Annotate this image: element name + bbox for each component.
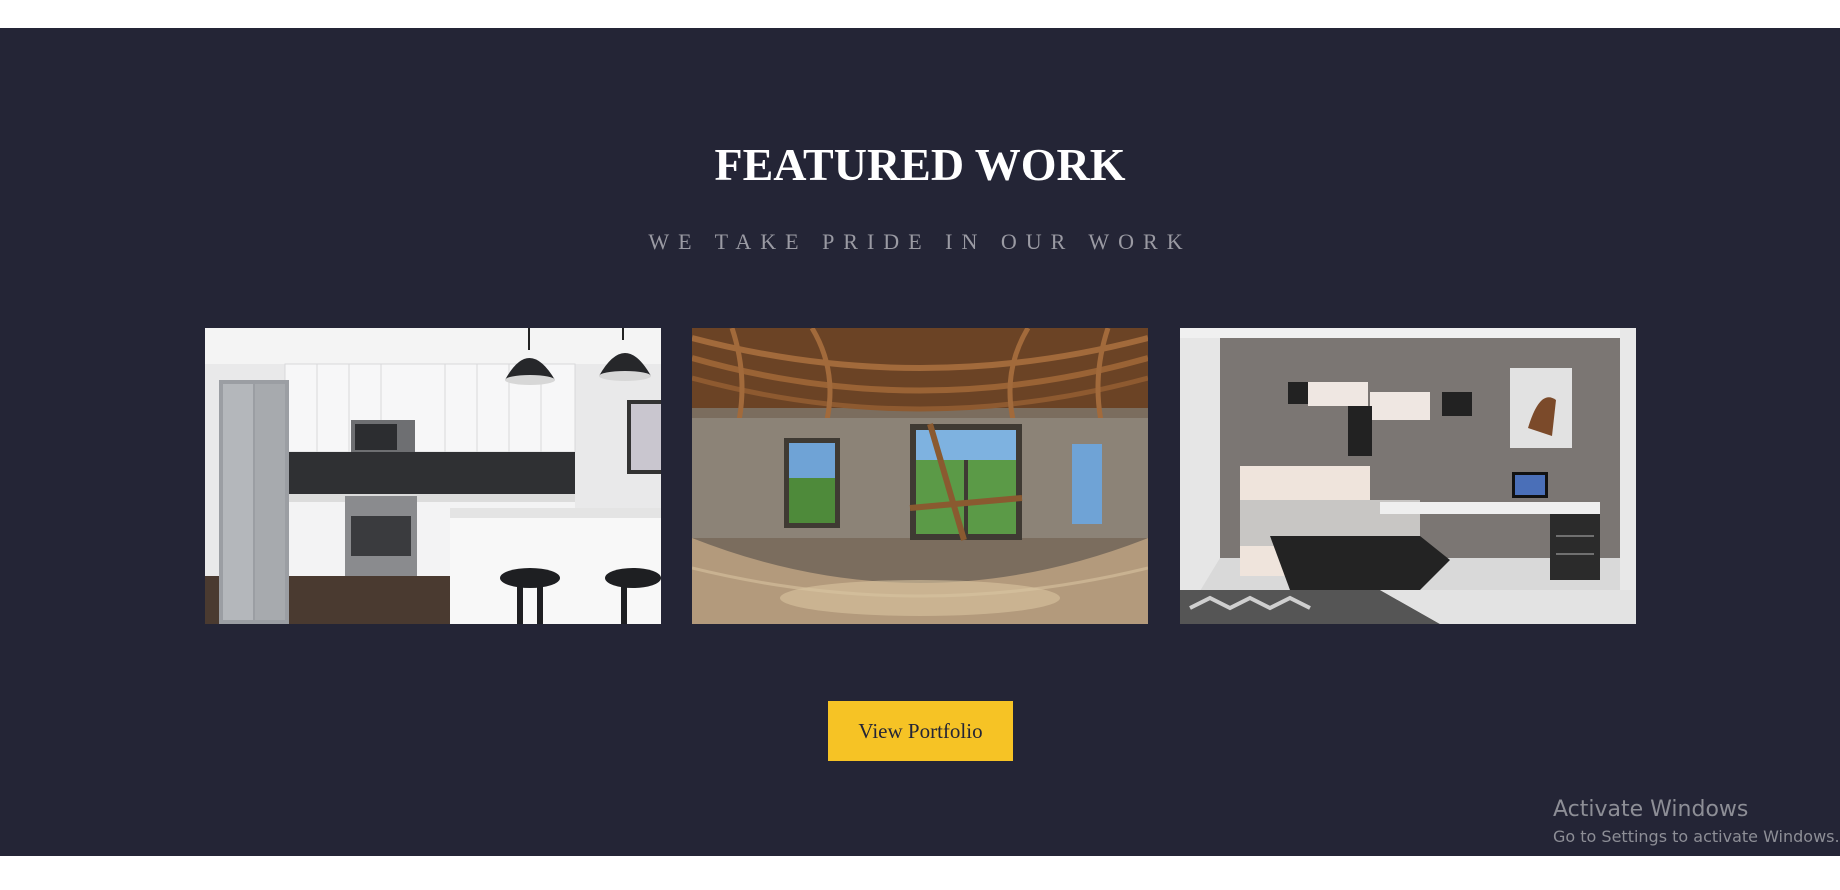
windows-activation-watermark: Activate Windows Go to Settings to activ… [1553,796,1840,848]
section-title: FEATURED WORK [714,139,1126,190]
page: FEATURED WORK WE TAKE PRIDE IN OUR WORK [0,0,1840,890]
portfolio-image-attic[interactable] [692,328,1148,624]
kitchen-photo [205,328,661,624]
portfolio-image-kitchen[interactable] [205,328,661,624]
watermark-subtitle: Go to Settings to activate Windows. [1553,827,1840,846]
watermark-title: Activate Windows [1553,797,1749,822]
bedroom-render [1180,328,1636,624]
view-portfolio-button[interactable]: View Portfolio [828,701,1013,761]
section-subtitle: WE TAKE PRIDE IN OUR WORK [648,229,1192,254]
attic-photo [692,328,1148,624]
portfolio-image-bedroom[interactable] [1180,328,1636,624]
